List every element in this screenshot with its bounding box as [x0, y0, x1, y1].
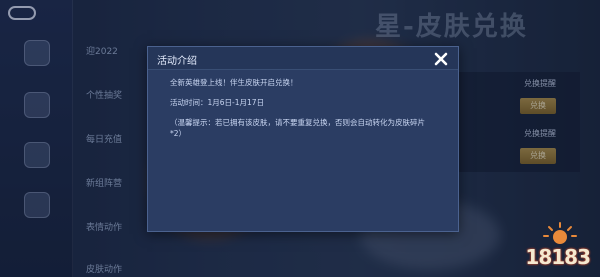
site-watermark: 18183 [524, 219, 596, 275]
close-button[interactable] [432, 50, 450, 68]
dialog-text: 活动时间：1月6日-1月17日 [170, 98, 265, 107]
dialog-text: *2） [170, 129, 187, 138]
dialog-title: 活动介绍 [157, 56, 197, 67]
dialog-text: （温馨提示：若已拥有该皮肤，请不要重复兑换，否则会自动转化为皮肤碎片 [170, 118, 425, 127]
game-screen: 迎2022 个性抽奖 每日充值 新组阵营 表情动作 皮肤动作 星-皮肤兑换 兑换… [0, 0, 600, 277]
dialog-body: 全新英雄登上线！伴生皮肤开启兑换！ 活动时间：1月6日-1月17日 （温馨提示：… [170, 77, 446, 148]
dialog-text: 全新英雄登上线！伴生皮肤开启兑换！ [170, 78, 298, 87]
event-intro-dialog: 活动介绍 全新英雄登上线！伴生皮肤开启兑换！ 活动时间：1月6日-1月17日 （… [147, 46, 459, 232]
sun-logo-icon [543, 222, 577, 244]
close-icon [434, 52, 448, 66]
watermark-text: 18183 [525, 245, 591, 269]
dialog-header: 活动介绍 [148, 47, 458, 70]
